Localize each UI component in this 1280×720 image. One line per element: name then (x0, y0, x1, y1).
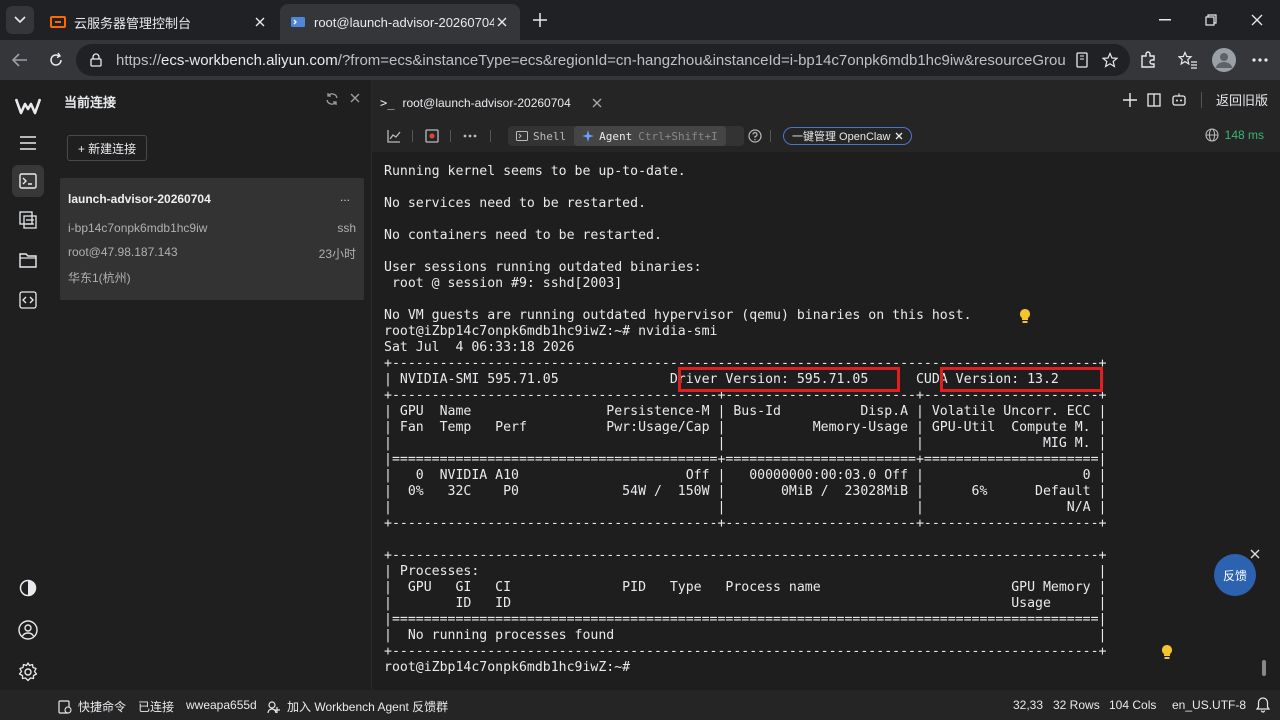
reload-icon[interactable] (42, 46, 70, 74)
terminal-toolbar: Shell Agent Ctrl+Shift+I 一键管理 OpenClaw 14… (372, 120, 1280, 152)
connection-more-icon[interactable]: ... (340, 190, 350, 204)
new-tab-plus-icon[interactable] (528, 8, 552, 32)
terminal-icon[interactable] (12, 165, 44, 197)
settings-gear-icon[interactable] (12, 656, 44, 688)
tab-search-chevron-icon[interactable] (6, 6, 34, 34)
workbench-logo-icon[interactable] (12, 90, 44, 122)
back-arrow-icon[interactable] (6, 46, 34, 74)
status-bar: 快捷命令 已连接 wweapa655d 加入 Workbench Agent 反… (0, 690, 1280, 720)
shell-mode-tab[interactable]: Shell (508, 126, 574, 146)
quick-commands-button[interactable]: 快捷命令 (58, 698, 126, 715)
connection-address: root@47.98.187.143 (68, 245, 178, 259)
reading-mode-icon[interactable] (1074, 52, 1090, 68)
connection-card[interactable]: launch-advisor-20260704 ... i-bp14c7onpk… (60, 178, 364, 300)
return-legacy-link[interactable]: 返回旧版 (1216, 90, 1268, 109)
cursor-position: 32,33 (1013, 698, 1044, 712)
more-menu-icon[interactable] (1250, 50, 1270, 70)
close-window-icon[interactable] (1234, 0, 1280, 40)
address-bar[interactable]: https://ecs-workbench.aliyun.com/?from=e… (76, 44, 1130, 76)
cuda-version-highlight (940, 367, 1103, 392)
notification-bell-icon[interactable] (1256, 697, 1270, 713)
terminal-prompt-icon: >_ (380, 96, 395, 110)
divider (490, 130, 491, 142)
connection-instance-id: i-bp14c7onpk6mdb1hc9iw (68, 221, 208, 235)
close-panel-icon[interactable] (349, 92, 361, 106)
quick-command-icon (58, 699, 72, 714)
globe-network-icon (1205, 128, 1219, 142)
connection-status: 已连接 (138, 700, 175, 714)
terminal-session-tab[interactable]: >_ root@launch-advisor-20260704 (380, 86, 602, 120)
new-connection-button[interactable]: + 新建连接 (67, 135, 147, 161)
current-connections-panel: 当前连接 + 新建连接 launch-advisor-20260704 ... … (56, 80, 372, 690)
connection-region: 华东1(杭州) (68, 271, 131, 285)
latency-value: 148 ms (1224, 128, 1264, 142)
terminal-tab-title: root@launch-advisor-20260704 (402, 96, 571, 110)
divider (450, 130, 451, 142)
terminal-text: Running kernel seems to be up-to-date. N… (384, 164, 1107, 675)
close-tab-icon[interactable] (494, 14, 510, 30)
record-icon[interactable] (424, 128, 440, 144)
add-terminal-plus-icon[interactable] (1122, 92, 1137, 107)
tab-title: 云服务器管理控制台 (74, 15, 192, 31)
driver-version-highlight (678, 367, 900, 392)
latency-indicator: 148 ms (1205, 128, 1264, 142)
browser-tab-terminal[interactable]: root@launch-advisor-20260704 - (280, 4, 520, 40)
suggestion-lightbulb-icon[interactable] (1160, 644, 1174, 660)
connection-duration: 23小时 (318, 247, 356, 261)
group-users-icon (267, 700, 280, 713)
folder-icon[interactable] (12, 244, 44, 276)
close-tab-icon[interactable] (252, 14, 268, 30)
monitor-chart-icon[interactable] (386, 128, 402, 144)
close-feedback-icon[interactable] (1249, 548, 1261, 560)
terminal-tab-bar: >_ root@launch-advisor-20260704 返回旧版 (372, 80, 1280, 120)
aliyun-logo-icon (50, 14, 66, 30)
connection-protocol: ssh (337, 221, 356, 235)
tab-title: root@launch-advisor-20260704 - (314, 14, 494, 30)
minimize-window-icon[interactable] (1142, 0, 1188, 40)
help-question-icon[interactable] (747, 128, 763, 144)
workbench-icon-rail (0, 80, 56, 690)
panel-title: 当前连接 (64, 95, 117, 110)
terminal-cols: 104 Cols (1109, 698, 1157, 712)
terminal-rows: 32 Rows (1053, 698, 1100, 712)
browser-toolbar: https://ecs-workbench.aliyun.com/?from=e… (0, 40, 1280, 80)
bookmark-star-icon[interactable] (1102, 52, 1118, 68)
feedback-button[interactable]: 反馈 (1214, 554, 1256, 596)
workbench-favicon-icon (290, 14, 306, 30)
connection-name: launch-advisor-20260704 (68, 192, 211, 206)
terminal-scrollbar[interactable] (1262, 660, 1266, 676)
close-terminal-tab-icon[interactable] (592, 98, 602, 108)
code-file-icon[interactable] (12, 284, 44, 316)
url-text: https://ecs-workbench.aliyun.com/?from=e… (116, 51, 1066, 69)
mode-switch: Shell Agent Ctrl+Shift+I (508, 126, 744, 146)
refresh-icon[interactable] (325, 92, 339, 106)
extensions-puzzle-icon[interactable] (1138, 50, 1158, 70)
close-chip-icon[interactable] (895, 132, 903, 140)
agent-mode-tab[interactable]: Agent Ctrl+Shift+I (574, 126, 726, 146)
openclaw-manage-chip[interactable]: 一键管理 OpenClaw (783, 127, 912, 145)
restore-window-icon[interactable] (1188, 0, 1234, 40)
browser-tab-strip: 云服务器管理控制台 root@launch-advisor-20260704 - (0, 0, 1280, 40)
browser-tab-ecs-console[interactable]: 云服务器管理控制台 (40, 4, 278, 40)
suggestion-lightbulb-icon[interactable] (1018, 308, 1032, 324)
user-account-icon[interactable] (12, 614, 44, 646)
divider (1200, 91, 1202, 108)
theme-contrast-icon[interactable] (12, 572, 44, 604)
profile-avatar[interactable] (1212, 48, 1236, 72)
join-feedback-group-link[interactable]: 加入 Workbench Agent 反馈群 (267, 698, 448, 715)
split-view-icon[interactable] (1147, 92, 1161, 107)
encoding[interactable]: en_US.UTF-8 (1172, 698, 1246, 712)
terminal-output[interactable]: Running kernel seems to be up-to-date. N… (372, 152, 1280, 690)
divider (770, 130, 771, 142)
divider (412, 130, 413, 142)
favorites-list-icon[interactable] (1178, 50, 1198, 70)
site-info-icon[interactable] (88, 52, 104, 68)
instance-list-icon[interactable] (12, 204, 44, 236)
more-options-icon[interactable] (462, 128, 478, 144)
menu-hamburger-icon[interactable] (12, 127, 44, 159)
ai-assistant-icon[interactable] (1171, 93, 1187, 107)
current-user: wweapa655d (186, 698, 257, 712)
